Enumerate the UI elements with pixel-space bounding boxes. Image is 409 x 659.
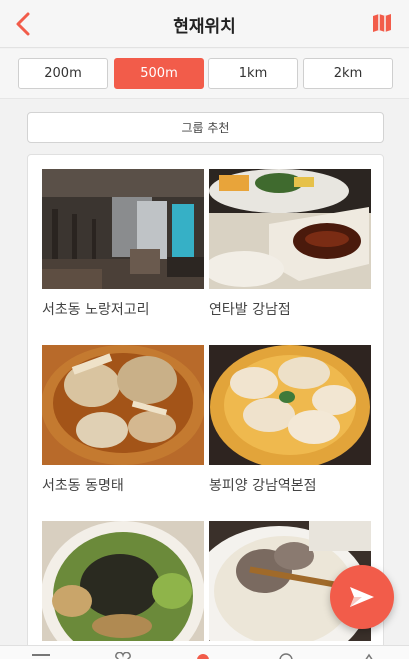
restaurant-photo <box>42 169 204 289</box>
page-title: 현재위치 <box>173 17 236 37</box>
distance-500m-button[interactable]: 500m <box>114 58 204 89</box>
restaurant-grid: 서초동 노랑저고리 연타발 강남점 서초동 동명태 봉피양 강남역본점 <box>27 154 384 654</box>
restaurant-name: 서초동 노랑저고리 <box>42 302 150 318</box>
map-icon <box>373 14 391 32</box>
send-button[interactable] <box>330 565 394 629</box>
heart-icon[interactable] <box>112 651 134 659</box>
distance-1km-button[interactable]: 1km <box>208 58 298 89</box>
restaurant-card[interactable]: 서초동 동명태 <box>42 345 204 495</box>
distance-filter: 200m 500m 1km 2km <box>0 49 409 99</box>
top-header: 현재위치 <box>0 0 409 48</box>
restaurant-card[interactable] <box>42 521 204 651</box>
restaurant-card[interactable]: 서초동 노랑저고리 <box>42 169 204 319</box>
list-icon[interactable] <box>30 651 52 659</box>
restaurant-name: 연타발 강남점 <box>209 302 291 318</box>
map-button[interactable] <box>371 12 393 34</box>
group-recommend-button[interactable]: 그룹 추천 <box>27 112 384 143</box>
restaurant-photo <box>42 521 204 641</box>
restaurant-card[interactable]: 봉피양 강남역본점 <box>209 345 371 495</box>
restaurant-photo <box>42 345 204 465</box>
restaurant-name: 서초동 동명태 <box>42 478 124 494</box>
restaurant-photo <box>209 169 371 289</box>
send-icon <box>350 587 374 607</box>
profile-icon[interactable] <box>275 651 297 659</box>
main-content: 그룹 추천 서초동 노랑저고리 연타발 강남점 서초동 동명태 봉피양 강남역본… <box>0 100 409 654</box>
distance-2km-button[interactable]: 2km <box>303 58 393 89</box>
distance-200m-button[interactable]: 200m <box>18 58 108 89</box>
restaurant-card[interactable]: 연타발 강남점 <box>209 169 371 319</box>
restaurant-name: 봉피양 강남역본점 <box>209 478 317 494</box>
location-icon[interactable] <box>192 651 214 659</box>
more-icon[interactable] <box>358 651 380 659</box>
restaurant-photo <box>209 345 371 465</box>
bottom-tab-bar <box>0 645 409 659</box>
